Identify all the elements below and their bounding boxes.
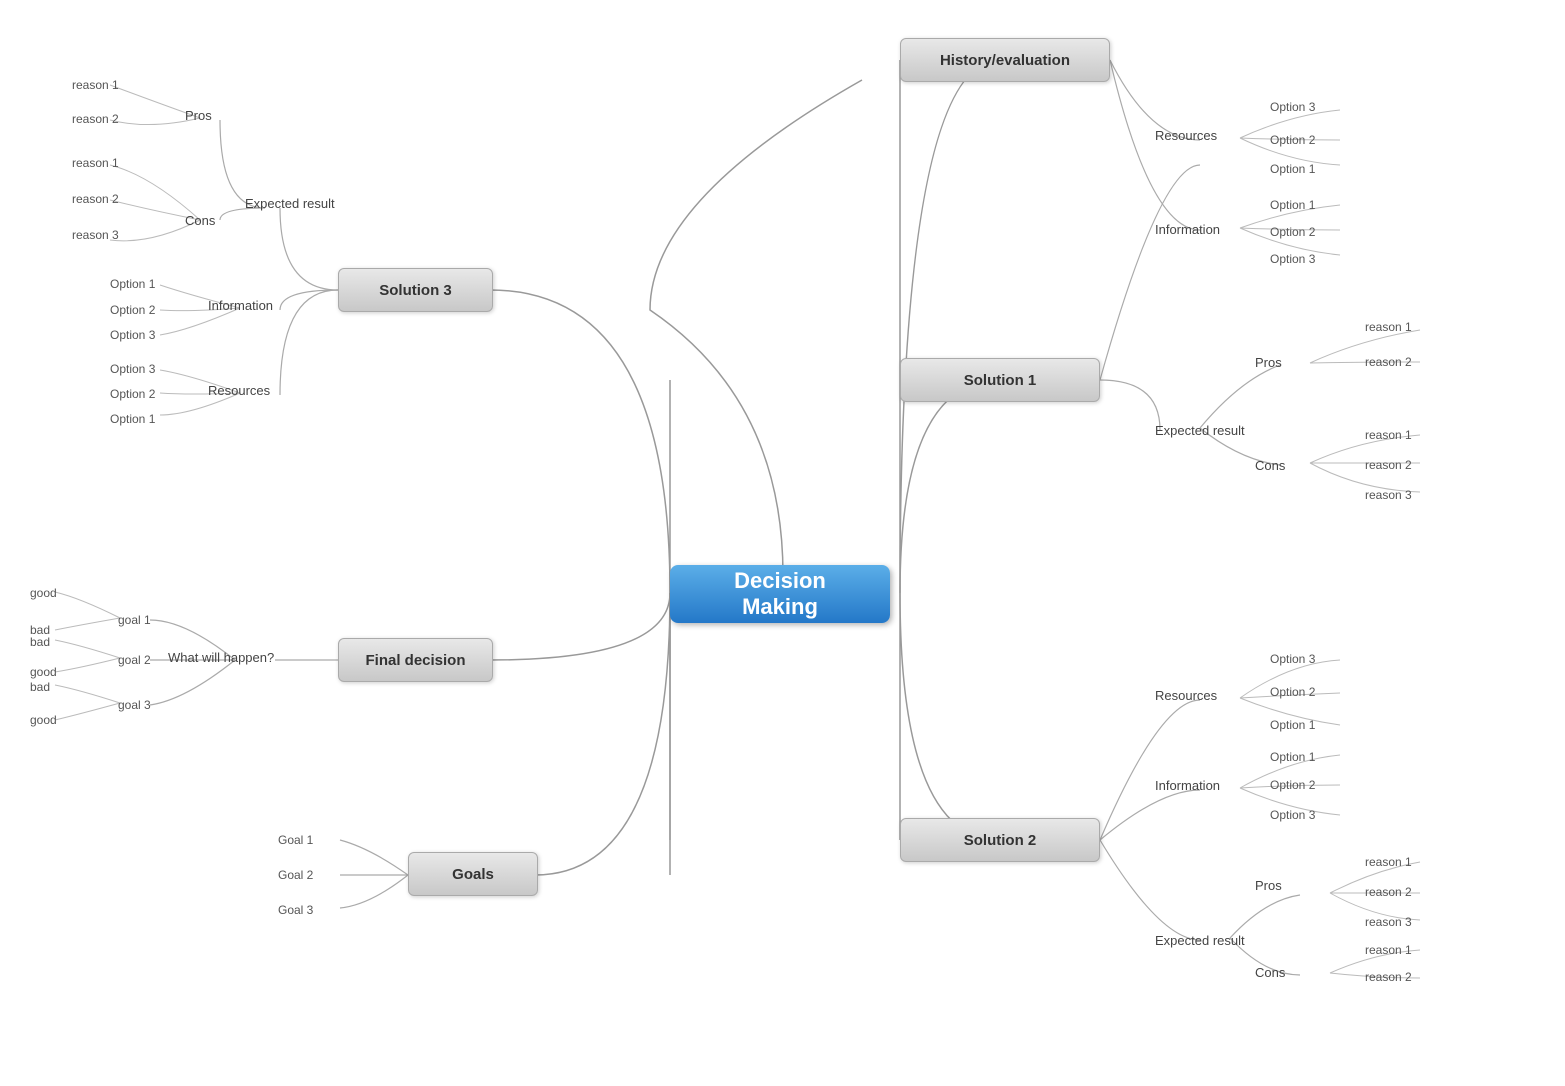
s1-cons-r1: reason 1 — [1365, 428, 1412, 442]
solution2-label: Solution 2 — [964, 832, 1037, 849]
s2-pros-r2: reason 2 — [1365, 885, 1412, 899]
center-label: Decision Making — [698, 568, 862, 620]
s3-info-opt3: Option 3 — [110, 328, 155, 342]
s3-cons-r3: reason 3 — [72, 228, 119, 242]
fd-goal2: goal 2 — [118, 653, 151, 667]
he-information: Information — [1155, 222, 1220, 237]
s3-res-opt3: Option 3 — [110, 362, 155, 376]
final-decision-label: Final decision — [365, 652, 465, 669]
s2-res-opt3: Option 3 — [1270, 652, 1315, 666]
s3-info-opt1: Option 1 — [110, 277, 155, 291]
s3-pros: Pros — [185, 108, 212, 123]
he-resources: Resources — [1155, 128, 1217, 143]
history-node: History/evaluation — [900, 38, 1110, 82]
he-info-opt1: Option 1 — [1270, 198, 1315, 212]
fd-goal3-good: good — [30, 713, 57, 727]
goal3: Goal 3 — [278, 903, 313, 917]
s3-information: Information — [208, 298, 273, 313]
s2-res-opt1: Option 1 — [1270, 718, 1315, 732]
s1-expected-result: Expected result — [1155, 423, 1245, 438]
s1-pros-r1: reason 1 — [1365, 320, 1412, 334]
goal1: Goal 1 — [278, 833, 313, 847]
history-label: History/evaluation — [940, 52, 1070, 69]
s3-pros-r2: reason 2 — [72, 112, 119, 126]
he-res-opt3: Option 3 — [1270, 100, 1315, 114]
s1-cons-r2: reason 2 — [1365, 458, 1412, 472]
s3-res-opt1: Option 1 — [110, 412, 155, 426]
s3-cons: Cons — [185, 213, 215, 228]
s1-pros: Pros — [1255, 355, 1282, 370]
s3-info-opt2: Option 2 — [110, 303, 155, 317]
s3-resources: Resources — [208, 383, 270, 398]
fd-goal1: goal 1 — [118, 613, 151, 627]
s2-res-opt2: Option 2 — [1270, 685, 1315, 699]
solution3-node: Solution 3 — [338, 268, 493, 312]
s3-res-opt2: Option 2 — [110, 387, 155, 401]
s2-pros-r1: reason 1 — [1365, 855, 1412, 869]
s1-cons-r3: reason 3 — [1365, 488, 1412, 502]
s2-cons-r1: reason 1 — [1365, 943, 1412, 957]
solution2-node: Solution 2 — [900, 818, 1100, 862]
fd-what-will-happen: What will happen? — [168, 650, 274, 665]
final-decision-node: Final decision — [338, 638, 493, 682]
fd-goal3: goal 3 — [118, 698, 151, 712]
goal2: Goal 2 — [278, 868, 313, 882]
s2-information: Information — [1155, 778, 1220, 793]
fd-goal2-bad: bad — [30, 635, 50, 649]
fd-goal2-good: good — [30, 665, 57, 679]
goals-node: Goals — [408, 852, 538, 896]
he-res-opt2: Option 2 — [1270, 133, 1315, 147]
solution1-label: Solution 1 — [964, 372, 1037, 389]
s2-cons: Cons — [1255, 965, 1285, 980]
s3-cons-r2: reason 2 — [72, 192, 119, 206]
s2-expected-result: Expected result — [1155, 933, 1245, 948]
he-info-opt3: Option 3 — [1270, 252, 1315, 266]
s3-cons-r1: reason 1 — [72, 156, 119, 170]
s1-cons: Cons — [1255, 458, 1285, 473]
s3-expected-result: Expected result — [245, 196, 335, 211]
solution1-node: Solution 1 — [900, 358, 1100, 402]
s2-pros-r3: reason 3 — [1365, 915, 1412, 929]
s2-info-opt1: Option 1 — [1270, 750, 1315, 764]
s3-pros-r1: reason 1 — [72, 78, 119, 92]
s2-pros: Pros — [1255, 878, 1282, 893]
s2-resources: Resources — [1155, 688, 1217, 703]
he-info-opt2: Option 2 — [1270, 225, 1315, 239]
center-node: Decision Making — [670, 565, 890, 623]
s2-cons-r2: reason 2 — [1365, 970, 1412, 984]
s2-info-opt3: Option 3 — [1270, 808, 1315, 822]
s2-info-opt2: Option 2 — [1270, 778, 1315, 792]
goals-label: Goals — [452, 866, 494, 883]
he-res-opt1: Option 1 — [1270, 162, 1315, 176]
fd-goal3-bad: bad — [30, 680, 50, 694]
s1-pros-r2: reason 2 — [1365, 355, 1412, 369]
fd-goal1-good: good — [30, 586, 57, 600]
solution3-label: Solution 3 — [379, 282, 452, 299]
